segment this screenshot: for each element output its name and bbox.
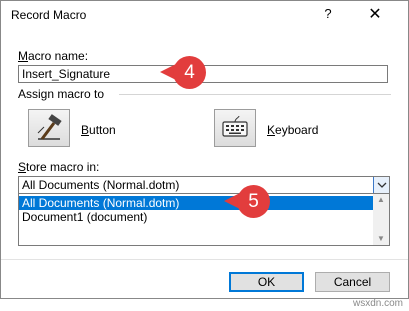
scroll-up-icon[interactable]: ▲	[373, 194, 389, 206]
store-macro-label: Store macro in:	[18, 160, 100, 174]
callout-number-5: 5	[237, 185, 270, 218]
button-option-label[interactable]: Button	[81, 123, 116, 137]
cancel-button[interactable]: Cancel	[315, 272, 390, 292]
macro-name-label: Macro name:	[18, 49, 89, 63]
assign-button-button[interactable]	[28, 109, 70, 147]
keyboard-option-label[interactable]: Keyboard	[267, 123, 318, 137]
hammer-icon	[37, 114, 62, 140]
chevron-down-icon[interactable]	[373, 177, 389, 193]
dialog-title: Record Macro	[11, 8, 87, 22]
assign-keyboard-button[interactable]	[214, 109, 256, 147]
store-macro-select[interactable]: All Documents (Normal.dotm)	[18, 176, 390, 194]
close-button[interactable]: ✕	[367, 4, 383, 24]
group-divider	[119, 94, 391, 95]
callout-number-4: 4	[173, 56, 206, 89]
assign-macro-label: Assign macro to	[18, 87, 105, 101]
watermark-text: wsxdn.com	[352, 298, 403, 309]
footer-separator	[1, 259, 408, 260]
keyboard-icon	[222, 115, 248, 137]
help-button[interactable]: ?	[321, 6, 335, 21]
store-option-document1[interactable]: Document1 (document)	[19, 210, 374, 224]
store-macro-selected-value: All Documents (Normal.dotm)	[22, 178, 180, 192]
ok-button[interactable]: OK	[229, 272, 304, 292]
scroll-down-icon[interactable]: ▼	[373, 233, 389, 245]
record-macro-dialog: Record Macro ? ✕ Macro name: Insert_Sign…	[0, 0, 409, 299]
store-option-normal-dotm[interactable]: All Documents (Normal.dotm)	[19, 196, 374, 210]
options-scrollbar[interactable]: ▲ ▼	[373, 194, 389, 245]
store-macro-options-list: All Documents (Normal.dotm) Document1 (d…	[18, 194, 390, 246]
